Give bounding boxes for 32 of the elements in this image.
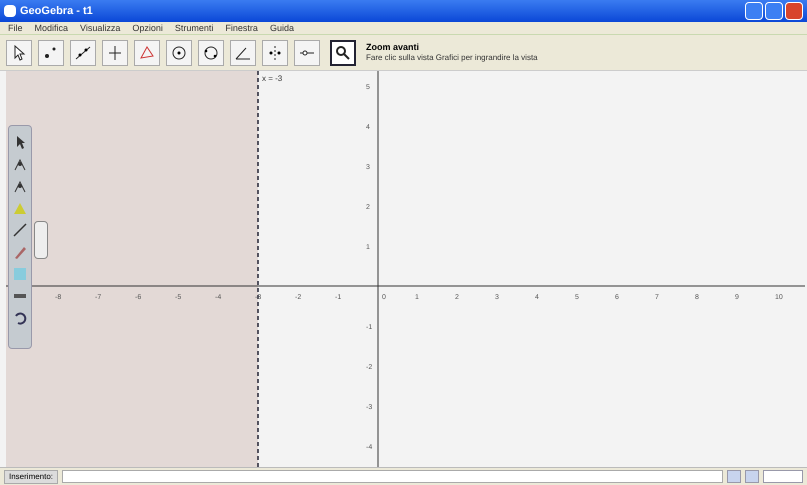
line-label: x = -3 xyxy=(262,74,282,83)
pen-icon[interactable] xyxy=(12,244,28,260)
menu-item[interactable]: Visualizza xyxy=(80,24,120,32)
tool-button[interactable] xyxy=(102,40,128,66)
tool-button[interactable] xyxy=(70,40,96,66)
maximize-button[interactable] xyxy=(765,2,783,20)
side-panel-tab[interactable] xyxy=(34,221,48,259)
input-label: Inserimento: xyxy=(4,470,58,484)
menu-item[interactable]: Guida xyxy=(270,24,294,32)
menu-item[interactable]: File xyxy=(8,24,23,32)
tool-button[interactable] xyxy=(262,40,288,66)
tool-button[interactable] xyxy=(330,40,356,66)
menu-item[interactable]: Finestra xyxy=(225,24,258,32)
close-button[interactable] xyxy=(785,2,803,20)
dropdown-icon[interactable] xyxy=(763,470,803,483)
tool-button[interactable] xyxy=(166,40,192,66)
input-field[interactable] xyxy=(62,470,723,483)
menu-item[interactable]: Strumenti xyxy=(174,24,214,32)
app-icon xyxy=(4,5,16,17)
window-title: GeoGebra - t1 xyxy=(20,4,93,19)
tool-button[interactable] xyxy=(198,40,224,66)
tool-button[interactable] xyxy=(6,40,32,66)
menu-item[interactable]: Modifica xyxy=(34,24,68,32)
tool-button[interactable] xyxy=(38,40,64,66)
tool-title: Zoom avanti xyxy=(366,42,420,54)
tool-button[interactable] xyxy=(230,40,256,66)
menu-item[interactable]: Opzioni xyxy=(132,24,163,32)
minimize-button[interactable] xyxy=(745,2,763,20)
tool-button[interactable] xyxy=(294,40,320,66)
tool-description: Fare clic sulla vista Grafici per ingrandire la vista xyxy=(366,53,538,64)
slider-icon xyxy=(298,50,316,56)
line-icon[interactable] xyxy=(12,222,28,238)
